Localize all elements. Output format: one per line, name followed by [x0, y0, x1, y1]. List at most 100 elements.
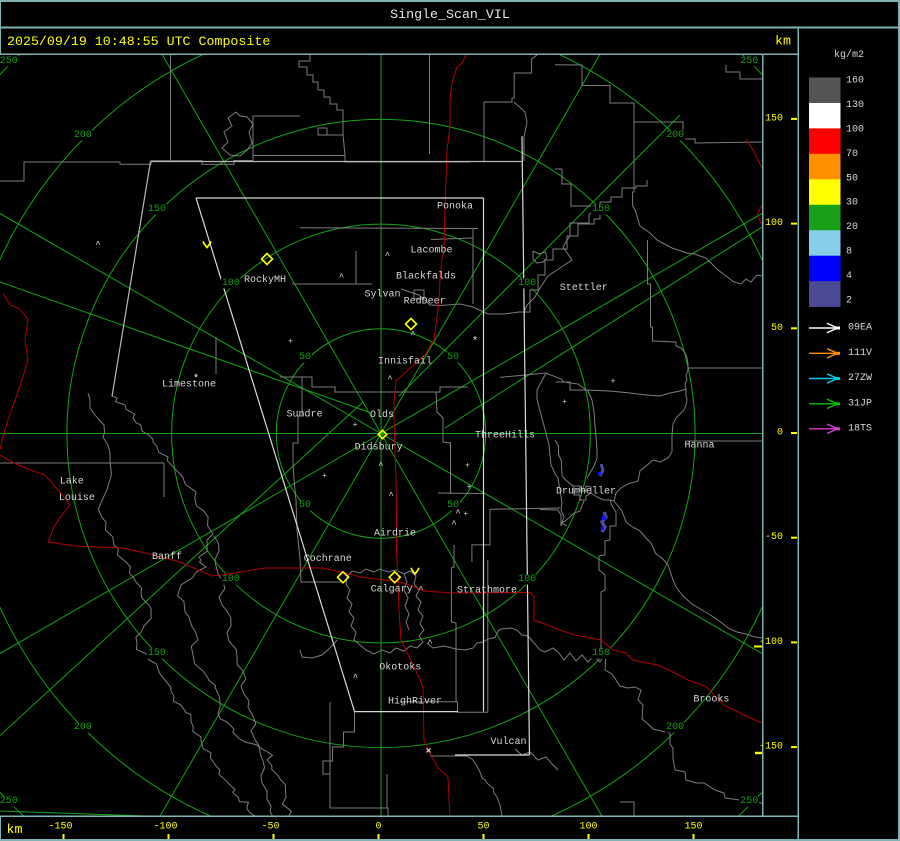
svg-text:km: km: [7, 822, 23, 837]
svg-text:+: +: [467, 483, 472, 492]
svg-text:100: 100: [846, 124, 864, 135]
svg-text:250: 250: [0, 796, 18, 807]
svg-text:-50: -50: [261, 822, 279, 833]
svg-text:50: 50: [447, 352, 459, 363]
svg-text:100: 100: [518, 278, 536, 289]
svg-text:*: *: [193, 374, 200, 386]
svg-text:250: 250: [740, 56, 758, 67]
svg-text:2025/09/19 10:48:55 UTC Compos: 2025/09/19 10:48:55 UTC Composite: [7, 34, 270, 49]
svg-text:Lacombe: Lacombe: [411, 245, 453, 257]
svg-text:Okotoks: Okotoks: [379, 662, 421, 674]
svg-text:150: 150: [592, 648, 610, 659]
svg-text:20: 20: [846, 222, 858, 233]
svg-text:+: +: [611, 378, 616, 387]
svg-text:130: 130: [846, 100, 864, 111]
svg-text:Banff: Banff: [152, 551, 182, 563]
svg-text:km: km: [775, 34, 791, 49]
svg-text:^: ^: [451, 520, 456, 530]
svg-text:Vulcan: Vulcan: [491, 736, 527, 748]
svg-text:30: 30: [846, 198, 858, 209]
svg-text:100: 100: [222, 574, 240, 585]
svg-text:kg/m2: kg/m2: [834, 49, 864, 61]
svg-text:150: 150: [684, 822, 702, 833]
svg-text:*: *: [472, 336, 479, 348]
svg-text:-100: -100: [153, 822, 177, 833]
svg-text:Brooks: Brooks: [693, 694, 729, 706]
svg-text:Strathmore: Strathmore: [457, 585, 517, 597]
svg-text:-100: -100: [759, 637, 783, 648]
svg-text:Sundre: Sundre: [287, 409, 323, 421]
svg-text:RedDeer: RedDeer: [404, 296, 446, 308]
svg-text:111V: 111V: [848, 348, 872, 359]
svg-text:250: 250: [740, 796, 758, 807]
svg-text:+: +: [465, 462, 470, 471]
svg-text:ThreeHills: ThreeHills: [475, 430, 535, 442]
svg-text:4: 4: [846, 271, 852, 282]
svg-text:Stettler: Stettler: [560, 282, 608, 294]
svg-text:Lake: Lake: [60, 476, 84, 488]
svg-text:^: ^: [353, 673, 358, 683]
svg-text:+: +: [288, 337, 293, 346]
svg-text:-50: -50: [765, 532, 783, 543]
svg-text:150: 150: [765, 113, 783, 124]
svg-text:50: 50: [771, 323, 783, 334]
svg-text:Calgary: Calgary: [371, 584, 413, 596]
svg-text:Cochrane: Cochrane: [304, 553, 352, 565]
svg-text:100: 100: [222, 278, 240, 289]
svg-text:70: 70: [846, 149, 858, 160]
svg-text:150: 150: [148, 204, 166, 215]
svg-text:Innisfail: Innisfail: [378, 356, 432, 368]
svg-text:RockyMH: RockyMH: [244, 274, 286, 286]
svg-text:^: ^: [427, 639, 432, 649]
svg-text:-150: -150: [759, 742, 783, 753]
svg-text:^: ^: [388, 491, 393, 501]
svg-text:^: ^: [95, 240, 100, 250]
svg-text:50: 50: [299, 352, 311, 363]
svg-text:^: ^: [385, 251, 390, 261]
svg-text:^: ^: [455, 508, 460, 518]
svg-text:HighRiver: HighRiver: [388, 696, 442, 708]
svg-text:200: 200: [74, 722, 92, 733]
svg-text:Sylvan: Sylvan: [365, 289, 401, 301]
svg-text:150: 150: [148, 648, 166, 659]
svg-text:200: 200: [666, 722, 684, 733]
svg-text:-150: -150: [48, 822, 72, 833]
svg-text:200: 200: [666, 130, 684, 141]
svg-text:100: 100: [579, 822, 597, 833]
svg-text:0: 0: [777, 428, 783, 439]
svg-text:Airdrie: Airdrie: [374, 528, 416, 540]
svg-text:8: 8: [846, 247, 852, 258]
svg-text:Hanna: Hanna: [685, 441, 715, 452]
svg-text:160: 160: [846, 76, 864, 87]
svg-text:^: ^: [387, 374, 392, 384]
svg-text:+: +: [322, 472, 327, 481]
svg-text:50: 50: [846, 173, 858, 184]
svg-text:200: 200: [74, 130, 92, 141]
svg-text:09EA: 09EA: [848, 323, 872, 334]
svg-text:Ponoka: Ponoka: [437, 201, 473, 213]
svg-text:^: ^: [418, 585, 423, 595]
svg-text:50: 50: [477, 822, 489, 833]
svg-text:+: +: [463, 510, 468, 519]
svg-text:2: 2: [846, 296, 852, 307]
svg-text:31JP: 31JP: [848, 398, 872, 409]
svg-text:150: 150: [592, 204, 610, 215]
svg-text:50: 50: [299, 500, 311, 511]
svg-text:27ZW: 27ZW: [848, 373, 872, 384]
svg-text:^: ^: [410, 330, 415, 340]
svg-text:250: 250: [0, 56, 18, 67]
svg-text:Blackfalds: Blackfalds: [396, 271, 456, 283]
svg-text:100: 100: [765, 218, 783, 229]
svg-text:^: ^: [339, 273, 344, 283]
svg-text:18TS: 18TS: [848, 423, 872, 434]
svg-text:Louise: Louise: [59, 492, 95, 504]
svg-text:^: ^: [378, 461, 383, 471]
svg-text:Didsbury: Didsbury: [355, 441, 403, 453]
svg-text:+: +: [562, 398, 567, 407]
svg-text:+: +: [353, 421, 358, 430]
svg-text:Single_Scan_VIL: Single_Scan_VIL: [390, 7, 510, 22]
svg-text:Olds: Olds: [370, 409, 394, 421]
svg-text:100: 100: [518, 574, 536, 585]
svg-text:Drumheller: Drumheller: [556, 486, 616, 498]
svg-text:Limestone: Limestone: [162, 379, 216, 391]
